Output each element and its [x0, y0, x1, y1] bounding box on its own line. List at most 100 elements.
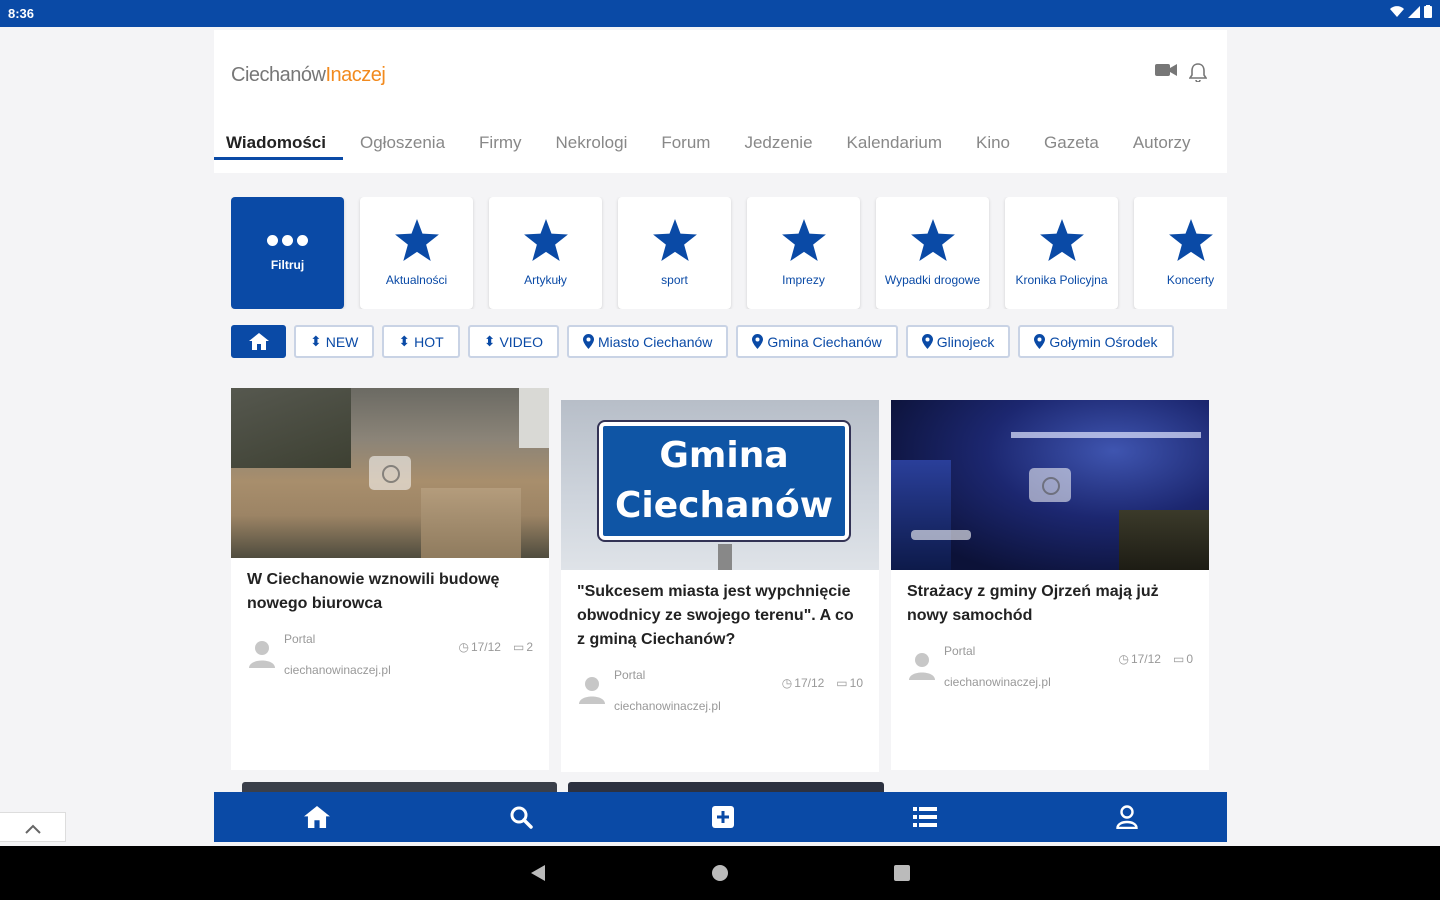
- article-card[interactable]: Gmina Ciechanów "Sukcesem miasta jest wy…: [561, 400, 879, 772]
- article-source: Portal ciechanowinaczej.pl: [614, 660, 721, 722]
- category-tile-sport[interactable]: sport: [618, 197, 731, 309]
- chip-label: Glinojeck: [936, 333, 995, 350]
- app-header: CiechanówInaczej Wiadomości Ogłoszenia F…: [214, 30, 1227, 173]
- source-domain: ciechanowinaczej.pl: [614, 699, 721, 713]
- tab-wiadomosci[interactable]: Wiadomości: [214, 130, 343, 160]
- source-label: Portal: [944, 644, 976, 658]
- category-tile-imprezy[interactable]: Imprezy: [747, 197, 860, 309]
- list-icon[interactable]: [912, 807, 937, 827]
- map-pin-icon: [583, 334, 595, 349]
- home-icon: [248, 333, 269, 350]
- category-label: Artykuły: [524, 273, 567, 287]
- chip-hot[interactable]: ⬍ HOT: [382, 325, 460, 358]
- add-post-icon[interactable]: [711, 806, 734, 828]
- clock-icon: ◷: [1118, 652, 1129, 666]
- chip-video[interactable]: ⬍ VIDEO: [467, 325, 560, 358]
- star-icon: [1168, 219, 1213, 261]
- clock-icon: ◷: [781, 676, 793, 690]
- article-title[interactable]: "Sukcesem miasta jest wypchnięcie obwodn…: [561, 570, 879, 652]
- status-bar: 8:36: [0, 0, 1440, 27]
- video-camera-icon[interactable]: [1155, 62, 1177, 78]
- user-avatar-icon: [249, 641, 275, 668]
- tab-nekrologi[interactable]: Nekrologi: [539, 130, 645, 162]
- user-avatar-icon: [579, 677, 605, 704]
- back-icon[interactable]: [529, 864, 547, 882]
- star-icon: [910, 219, 955, 261]
- comment-icon: ▭: [1172, 652, 1185, 666]
- category-tile-kronika[interactable]: Kronika Policyjna: [1005, 197, 1118, 309]
- chip-label: HOT: [414, 333, 444, 350]
- article-date: 17/12: [1130, 652, 1161, 666]
- article-card[interactable]: Strażacy z gminy Ojrzeń mają już nowy sa…: [891, 400, 1209, 770]
- sort-icon: ⬍: [398, 333, 411, 349]
- category-label: sport: [661, 273, 688, 287]
- filter-chips: ⬍ NEW ⬍ HOT ⬍ VIDEO Miasto Ciechanów Gmina …: [231, 325, 1226, 358]
- chip-new[interactable]: ⬍ NEW: [294, 325, 375, 358]
- category-tiles: Filtruj Aktualności Artykuły sport Impre…: [231, 197, 1227, 309]
- tab-firmy[interactable]: Firmy: [462, 130, 538, 162]
- road-sign: Gmina Ciechanów: [599, 422, 849, 540]
- article-meta: Portal ciechanowinaczej.pl ◷ 17/12 ▭ 0: [891, 628, 1209, 698]
- source-label: Portal: [284, 632, 316, 646]
- main-tabs: Wiadomości Ogłoszenia Firmy Nekrologi Fo…: [214, 130, 1227, 162]
- battery-icon: [1424, 5, 1432, 18]
- article-image: [231, 388, 549, 558]
- article-card[interactable]: W Ciechanowie wznowili budowę nowego biu…: [231, 388, 549, 770]
- tab-autorzy[interactable]: Autorzy: [1116, 130, 1208, 162]
- article-stats: ◷ 17/12 ▭ 10: [782, 676, 863, 690]
- scroll-to-top-button[interactable]: [0, 812, 66, 842]
- chip-label: VIDEO: [499, 333, 544, 350]
- comment-count: 0: [1186, 652, 1193, 666]
- category-tile-koncerty[interactable]: Koncerty: [1134, 197, 1227, 309]
- tab-kalendarium[interactable]: Kalendarium: [830, 130, 959, 162]
- home-circle-icon[interactable]: [711, 864, 729, 882]
- article-stats: ◷ 17/12 ▭ 2: [458, 640, 533, 654]
- user-profile-icon[interactable]: [1115, 805, 1138, 829]
- tab-gazeta[interactable]: Gazeta: [1027, 130, 1116, 162]
- source-label: Portal: [614, 668, 646, 682]
- chip-golymin[interactable]: Gołymin Ośrodek: [1018, 325, 1174, 358]
- app-window: CiechanówInaczej Wiadomości Ogłoszenia F…: [214, 30, 1227, 842]
- category-tile-aktualnosci[interactable]: Aktualności: [360, 197, 473, 309]
- chip-label: Gołymin Ośrodek: [1049, 333, 1158, 350]
- source-domain: ciechanowinaczej.pl: [284, 663, 391, 677]
- status-time: 8:36: [8, 6, 35, 21]
- category-label: Aktualności: [385, 273, 448, 287]
- logo-text-part2: Inaczej: [325, 64, 386, 86]
- comment-icon: ▭: [836, 676, 848, 690]
- chip-label: Miasto Ciechanów: [598, 333, 713, 350]
- tab-forum[interactable]: Forum: [644, 130, 727, 162]
- star-icon: [1039, 219, 1084, 261]
- article-image: Gmina Ciechanów: [561, 400, 879, 570]
- category-label: Wypadki drogowe: [884, 273, 981, 287]
- tab-kino[interactable]: Kino: [959, 130, 1027, 162]
- search-icon[interactable]: [509, 805, 533, 829]
- bell-icon[interactable]: [1189, 62, 1207, 82]
- chip-home[interactable]: [231, 325, 286, 358]
- tab-ogloszenia[interactable]: Ogłoszenia: [343, 130, 462, 162]
- chip-miasto-ciechanow[interactable]: Miasto Ciechanów: [567, 325, 729, 358]
- home-icon[interactable]: [303, 806, 330, 828]
- chip-gmina-ciechanow[interactable]: Gmina Ciechanów: [736, 325, 898, 358]
- recents-icon[interactable]: [893, 864, 911, 882]
- star-icon: [523, 219, 568, 261]
- category-tile-wypadki[interactable]: Wypadki drogowe: [876, 197, 989, 309]
- article-title[interactable]: W Ciechanowie wznowili budowę nowego biu…: [231, 558, 549, 616]
- article-source: Portal ciechanowinaczej.pl: [944, 636, 1051, 698]
- category-filter-button[interactable]: Filtruj: [231, 197, 344, 309]
- article-meta: Portal ciechanowinaczej.pl ◷ 17/12 ▭ 2: [231, 616, 549, 686]
- article-stats: ◷ 17/12 ▭ 0: [1118, 652, 1193, 666]
- sort-icon: ⬍: [483, 333, 496, 349]
- chip-glinojeck[interactable]: Glinojeck: [905, 325, 1011, 358]
- bottom-navigation: [214, 792, 1227, 842]
- app-logo[interactable]: CiechanówInaczej: [231, 64, 386, 87]
- sort-icon: ⬍: [310, 333, 322, 349]
- article-title[interactable]: Strażacy z gminy Ojrzeń mają już nowy sa…: [891, 570, 1209, 628]
- category-tile-artykuly[interactable]: Artykuły: [489, 197, 602, 309]
- tab-jedzenie[interactable]: Jedzenie: [727, 130, 829, 162]
- system-navigation-bar: [0, 846, 1440, 900]
- article-meta: Portal ciechanowinaczej.pl ◷ 17/12 ▭ 10: [561, 652, 879, 722]
- category-label: Filtruj: [270, 257, 305, 272]
- camera-icon: [1029, 468, 1071, 502]
- user-avatar-icon: [909, 653, 935, 680]
